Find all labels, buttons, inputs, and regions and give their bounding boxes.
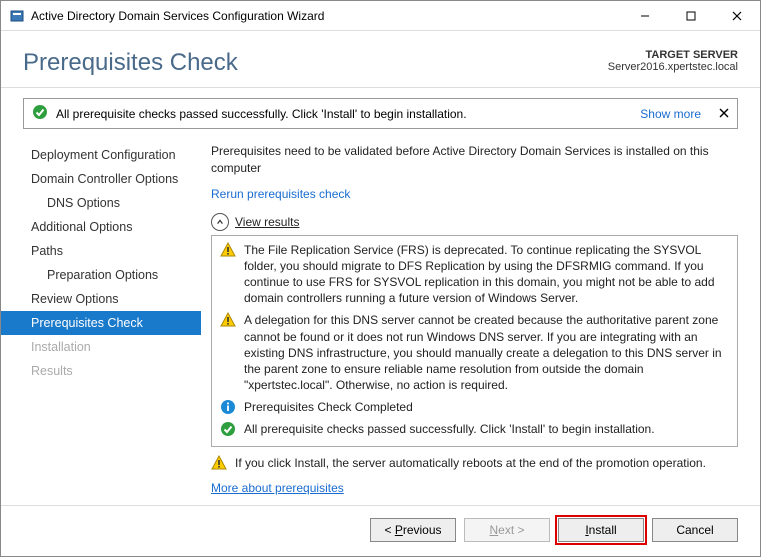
sidebar-item-additional-options[interactable]: Additional Options — [1, 215, 201, 239]
cancel-button[interactable]: Cancel — [652, 518, 738, 542]
sidebar-item-preparation-options[interactable]: Preparation Options — [1, 263, 201, 287]
result-text: All prerequisite checks passed successfu… — [244, 421, 655, 437]
install-warning: If you click Install, the server automat… — [211, 455, 738, 471]
install-warning-text: If you click Install, the server automat… — [235, 455, 706, 471]
sidebar-item-domain-controller-options[interactable]: Domain Controller Options — [1, 167, 201, 191]
maximize-button[interactable] — [668, 1, 714, 31]
success-icon — [220, 421, 236, 437]
result-item: The File Replication Service (FRS) is de… — [220, 242, 729, 307]
install-button[interactable]: Install — [558, 518, 644, 542]
page-title: Prerequisites Check — [23, 49, 608, 77]
target-server-label: TARGET SERVER — [608, 49, 738, 61]
sidebar-item-dns-options[interactable]: DNS Options — [1, 191, 201, 215]
install-label: I — [585, 523, 588, 537]
status-banner: All prerequisite checks passed successfu… — [23, 98, 738, 129]
window-title: Active Directory Domain Services Configu… — [31, 9, 622, 23]
sidebar-item-results: Results — [1, 359, 201, 383]
target-server-value: Server2016.xpertstec.local — [608, 61, 738, 73]
next-button: Next > — [464, 518, 550, 542]
previous-label: P — [395, 523, 403, 537]
close-window-button[interactable] — [714, 1, 760, 31]
sidebar-item-prerequisites-check[interactable]: Prerequisites Check — [1, 311, 201, 335]
next-label: N — [489, 523, 498, 537]
result-text: A delegation for this DNS server cannot … — [244, 312, 729, 393]
result-item: A delegation for this DNS server cannot … — [220, 312, 729, 393]
sidebar: Deployment Configuration Domain Controll… — [1, 137, 201, 505]
info-icon — [220, 399, 236, 415]
sidebar-item-deployment-configuration[interactable]: Deployment Configuration — [1, 143, 201, 167]
result-text: Prerequisites Check Completed — [244, 399, 413, 415]
result-item: All prerequisite checks passed successfu… — [220, 421, 729, 437]
warning-icon — [220, 242, 236, 258]
more-about-prerequisites-link[interactable]: More about prerequisites — [211, 481, 738, 495]
main-content: Prerequisites need to be validated befor… — [201, 137, 760, 505]
results-list[interactable]: The File Replication Service (FRS) is de… — [211, 235, 738, 447]
warning-icon — [211, 455, 227, 471]
sidebar-item-review-options[interactable]: Review Options — [1, 287, 201, 311]
show-more-link[interactable]: Show more — [640, 107, 701, 121]
rerun-prerequisites-link[interactable]: Rerun prerequisites check — [211, 187, 738, 201]
chevron-up-icon — [211, 213, 229, 231]
app-icon — [9, 8, 25, 24]
minimize-button[interactable] — [622, 1, 668, 31]
target-server-block: TARGET SERVER Server2016.xpertstec.local — [608, 49, 738, 73]
warning-icon — [220, 312, 236, 328]
sidebar-item-paths[interactable]: Paths — [1, 239, 201, 263]
sidebar-item-installation: Installation — [1, 335, 201, 359]
success-icon — [32, 104, 48, 123]
intro-text: Prerequisites need to be validated befor… — [211, 143, 738, 177]
result-item: Prerequisites Check Completed — [220, 399, 729, 415]
titlebar: Active Directory Domain Services Configu… — [1, 1, 760, 31]
header: Prerequisites Check TARGET SERVER Server… — [1, 31, 760, 88]
view-results-label: View results — [235, 215, 299, 229]
banner-close-button[interactable] — [719, 107, 729, 121]
result-text: The File Replication Service (FRS) is de… — [244, 242, 729, 307]
previous-button[interactable]: < Previous — [370, 518, 456, 542]
view-results-toggle[interactable]: View results — [211, 213, 738, 231]
footer-buttons: < Previous Next > Install Cancel — [1, 505, 760, 556]
banner-message: All prerequisite checks passed successfu… — [56, 107, 632, 121]
